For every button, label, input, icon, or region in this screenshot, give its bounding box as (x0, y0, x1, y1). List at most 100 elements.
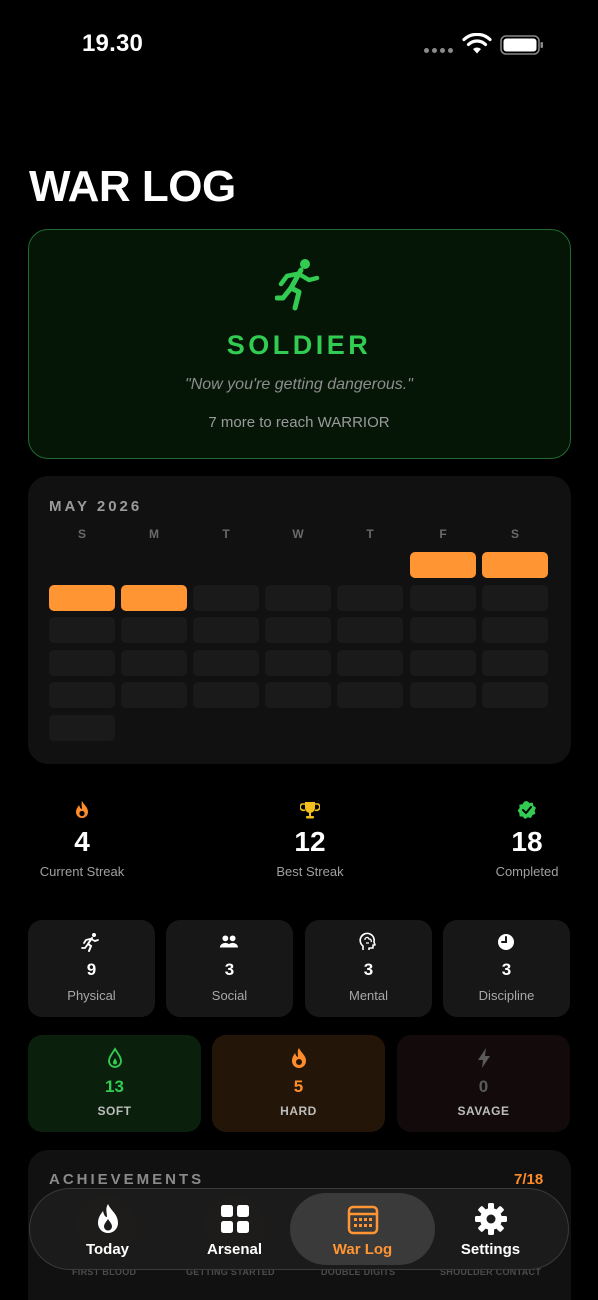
wifi-icon (462, 33, 492, 54)
difficulty-hard[interactable]: 5 HARD (212, 1035, 385, 1132)
clock-icon (498, 934, 514, 950)
rank-name: SOLDIER (226, 330, 372, 360)
calendar-month-label: MAY 2026 (49, 498, 143, 515)
category-label: Social (211, 988, 248, 1003)
difficulty-value: 5 (293, 1077, 304, 1096)
tab-label: Today (85, 1241, 130, 1258)
calendar-day-completed[interactable] (121, 584, 187, 611)
category-social[interactable]: 3 Social (166, 920, 293, 1017)
rank-quote: "Now you're getting dangerous." (185, 376, 413, 393)
category-value: 3 (363, 960, 374, 979)
calendar-day-completed[interactable] (410, 552, 476, 578)
stat-label: Best Streak (276, 864, 344, 879)
calendar-day[interactable] (265, 682, 331, 708)
difficulty-value: 13 (105, 1077, 124, 1096)
stat-value: 12 (294, 826, 326, 857)
calendar-day[interactable] (482, 682, 548, 708)
category-discipline[interactable]: 3 Discipline (443, 920, 570, 1017)
achievements-count: 7/18 (514, 1171, 544, 1188)
calendar-day[interactable] (410, 649, 476, 676)
calendar-weekday-label: T (222, 527, 230, 541)
difficulty-label: SAVAGE (457, 1104, 510, 1118)
calendar-day[interactable] (49, 714, 115, 741)
status-bar: 19.30 (0, 0, 598, 90)
tab-today[interactable]: Today (35, 1193, 180, 1265)
running-figure-icon (81, 933, 99, 952)
calendar-weekday-label: S (77, 527, 86, 541)
tab-label: Arsenal (206, 1241, 263, 1258)
calendar-day[interactable] (337, 617, 403, 643)
calendar-day[interactable] (265, 584, 331, 611)
calendar-day[interactable] (121, 617, 187, 643)
calendar-day[interactable] (482, 584, 548, 611)
calendar-day[interactable] (193, 617, 259, 643)
calendar-day[interactable] (337, 649, 403, 676)
difficulty-savage[interactable]: 0 SAVAGE (397, 1035, 570, 1132)
drop-flame-icon (108, 1047, 122, 1068)
flame-icon (76, 801, 88, 818)
signal-icon (424, 48, 453, 53)
tab-war-log[interactable]: War Log (290, 1193, 435, 1265)
flame-icon (98, 1204, 118, 1233)
difficulty-value: 0 (478, 1077, 489, 1096)
calendar-day[interactable] (410, 617, 476, 643)
running-figure-icon (275, 259, 320, 311)
tab-label: Settings (460, 1241, 521, 1258)
category-physical[interactable]: 9 Physical (28, 920, 155, 1017)
calendar-day[interactable] (265, 617, 331, 643)
trophy-icon (300, 802, 320, 819)
gear-icon (475, 1203, 507, 1235)
battery-icon (500, 35, 543, 55)
stat-best-streak: 12 Best Streak (245, 800, 375, 879)
category-value: 9 (86, 960, 97, 979)
rank-progress-text: 7 more to reach WARRIOR (208, 414, 390, 431)
calendar-weekday-label: F (439, 527, 447, 541)
stat-value: 18 (511, 826, 543, 857)
category-value: 3 (224, 960, 235, 979)
difficulty-soft[interactable]: 13 SOFT (28, 1035, 201, 1132)
difficulty-label: SOFT (97, 1104, 132, 1118)
tab-arsenal[interactable]: Arsenal (162, 1193, 307, 1265)
category-label: Physical (67, 988, 116, 1003)
calendar-day[interactable] (193, 584, 259, 611)
calendar-weekday-label: T (366, 527, 374, 541)
page-title: WAR LOG (29, 162, 236, 211)
calendar-day[interactable] (193, 649, 259, 676)
stat-current-streak: 4 Current Streak (17, 800, 147, 879)
people-icon (219, 935, 239, 948)
category-value: 3 (501, 960, 512, 979)
stat-value: 4 (74, 826, 90, 857)
calendar-day[interactable] (49, 617, 115, 643)
calendar-weekday-label: S (510, 527, 519, 541)
tab-label: War Log (332, 1241, 393, 1258)
calendar-day[interactable] (121, 682, 187, 708)
calendar-day-completed[interactable] (482, 552, 548, 578)
category-mental[interactable]: 3 Mental (305, 920, 432, 1017)
difficulty-label: HARD (280, 1104, 317, 1118)
calendar-day[interactable] (410, 682, 476, 708)
calendar-day[interactable] (265, 649, 331, 676)
calendar-day[interactable] (410, 584, 476, 611)
grid-icon (221, 1205, 249, 1233)
calendar-weekday-label: W (292, 527, 304, 541)
stat-label: Completed (495, 864, 559, 879)
calendar-day[interactable] (121, 649, 187, 676)
calendar-day[interactable] (193, 682, 259, 708)
flame-icon (292, 1048, 306, 1068)
calendar-day[interactable] (482, 617, 548, 643)
achievements-title: ACHIEVEMENTS (49, 1171, 205, 1188)
check-badge-icon (517, 801, 536, 819)
calendar-day[interactable] (49, 682, 115, 708)
calendar-day[interactable] (337, 682, 403, 708)
calendar-day-completed[interactable] (49, 584, 115, 611)
stat-label: Current Streak (39, 864, 125, 879)
bolt-icon (478, 1048, 490, 1068)
calendar-day[interactable] (49, 649, 115, 676)
tab-settings[interactable]: Settings (418, 1193, 563, 1265)
category-label: Mental (348, 988, 389, 1003)
calendar-weekday-label: M (149, 527, 159, 541)
calendar-day[interactable] (337, 584, 403, 611)
status-time: 19.30 (82, 30, 144, 57)
head-brain-icon (359, 932, 376, 950)
calendar-day[interactable] (482, 649, 548, 676)
